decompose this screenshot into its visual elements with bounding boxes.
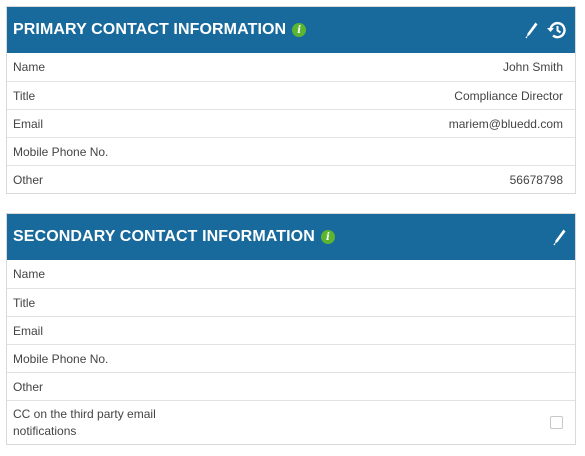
email-label: Email (13, 323, 44, 338)
cc-notifications-row: CC on the third party email notification… (7, 400, 575, 444)
name-value: John Smith (502, 60, 563, 74)
secondary-header-actions (553, 228, 567, 246)
cc-notifications-label: CC on the third party email notification… (13, 406, 156, 438)
table-row: Mobile Phone No. (7, 137, 575, 165)
primary-header-actions (525, 20, 567, 40)
secondary-contact-header: SECONDARY CONTACT INFORMATION i (7, 214, 575, 260)
table-row: Email (7, 316, 575, 344)
secondary-contact-panel: SECONDARY CONTACT INFORMATION i Name Tit… (6, 213, 576, 445)
table-row: Other (7, 372, 575, 400)
other-value: 56678798 (509, 172, 563, 187)
table-row: Name (7, 260, 575, 288)
history-icon[interactable] (545, 20, 567, 40)
mobile-phone-label: Mobile Phone No. (13, 351, 109, 366)
info-icon[interactable]: i (292, 23, 307, 37)
title-label: Title (13, 295, 36, 310)
primary-contact-panel: PRIMARY CONTACT INFORMATION i Name John … (6, 6, 576, 194)
table-row: Title (7, 288, 575, 316)
table-row: Email mariem@bluedd.com (7, 109, 575, 137)
primary-contact-header: PRIMARY CONTACT INFORMATION i (7, 7, 575, 53)
secondary-contact-body: Name Title Email Mobile Phone No. Other … (7, 260, 575, 444)
primary-contact-title: PRIMARY CONTACT INFORMATION (13, 21, 287, 38)
table-row: Other 56678798 (7, 165, 575, 193)
other-label: Other (13, 379, 44, 394)
table-row: Mobile Phone No. (7, 344, 575, 372)
edit-icon[interactable] (553, 228, 567, 246)
name-label: Name (13, 267, 46, 281)
other-label: Other (13, 172, 44, 187)
mobile-phone-label: Mobile Phone No. (13, 144, 109, 159)
title-label: Title (13, 88, 36, 103)
info-icon[interactable]: i (320, 230, 335, 244)
email-label: Email (13, 116, 44, 131)
cc-notifications-checkbox[interactable] (550, 416, 563, 429)
table-row: Name John Smith (7, 53, 575, 81)
email-value: mariem@bluedd.com (448, 116, 563, 131)
secondary-contact-title: SECONDARY CONTACT INFORMATION (13, 228, 315, 245)
edit-icon[interactable] (525, 21, 539, 39)
title-value: Compliance Director (454, 88, 563, 103)
primary-contact-body: Name John Smith Title Compliance Directo… (7, 53, 575, 193)
name-label: Name (13, 60, 46, 74)
table-row: Title Compliance Director (7, 81, 575, 109)
